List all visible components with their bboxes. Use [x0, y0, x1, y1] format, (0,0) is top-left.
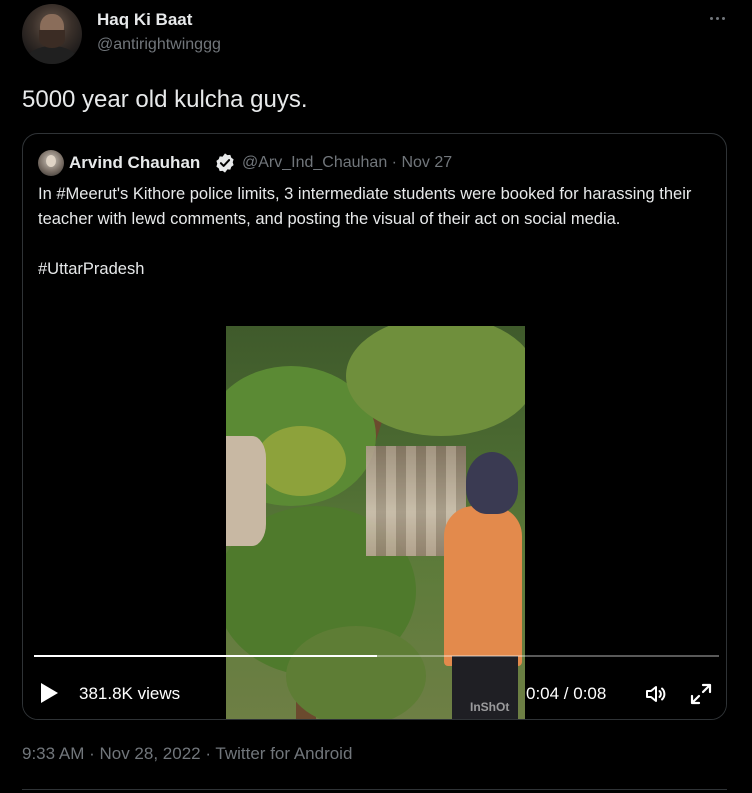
video-progress-fill	[34, 655, 377, 657]
verified-badge-icon	[216, 153, 234, 173]
video-frame[interactable]: InShOt	[226, 326, 525, 719]
avatar-body	[26, 46, 78, 64]
fullscreen-icon[interactable]	[689, 682, 713, 706]
avatar-beard	[39, 30, 65, 48]
author-handle[interactable]: @antirightwinggg	[97, 36, 221, 54]
quote-handle-date[interactable]: @Arv_Ind_Chauhan · Nov 27	[242, 154, 452, 172]
divider	[22, 789, 727, 790]
person-head	[466, 452, 518, 514]
tweet-meta[interactable]: 9:33 AM · Nov 28, 2022 · Twitter for And…	[22, 744, 352, 764]
quoted-tweet[interactable]: Arvind Chauhan @Arv_Ind_Chauhan · Nov 27…	[22, 133, 727, 720]
tweet-text: 5000 year old kulcha guys.	[22, 86, 308, 113]
author-avatar[interactable]	[22, 4, 82, 64]
video-player[interactable]: InShOt 381.8K views 0:04 / 0:08	[23, 324, 726, 719]
video-time: 0:04 / 0:08	[526, 684, 607, 703]
view-count: 381.8K views	[79, 684, 181, 703]
quote-author-avatar[interactable]	[38, 150, 64, 176]
video-progress-bar[interactable]	[34, 655, 719, 657]
foliage	[286, 626, 426, 719]
wall	[226, 436, 266, 546]
quote-hashtag[interactable]: #UttarPradesh	[38, 257, 718, 282]
quote-avatar-face	[46, 155, 56, 167]
quote-body: In #Meerut's Kithore police limits, 3 in…	[38, 182, 718, 282]
volume-icon[interactable]	[644, 682, 668, 706]
author-name[interactable]: Haq Ki Baat	[97, 10, 192, 30]
play-icon[interactable]	[41, 683, 58, 703]
tweet: Haq Ki Baat @antirightwinggg 5000 year o…	[0, 0, 752, 793]
foliage	[256, 426, 346, 496]
ellipsis-dot	[709, 16, 713, 20]
video-watermark: InShOt	[470, 700, 510, 714]
ellipsis-dot	[721, 16, 725, 20]
person-figure	[444, 506, 522, 666]
ellipsis-dot	[715, 16, 719, 20]
quote-author-name[interactable]: Arvind Chauhan	[69, 153, 200, 173]
quote-body-text: In #Meerut's Kithore police limits, 3 in…	[38, 185, 692, 228]
ellipsis-icon[interactable]	[704, 8, 730, 28]
